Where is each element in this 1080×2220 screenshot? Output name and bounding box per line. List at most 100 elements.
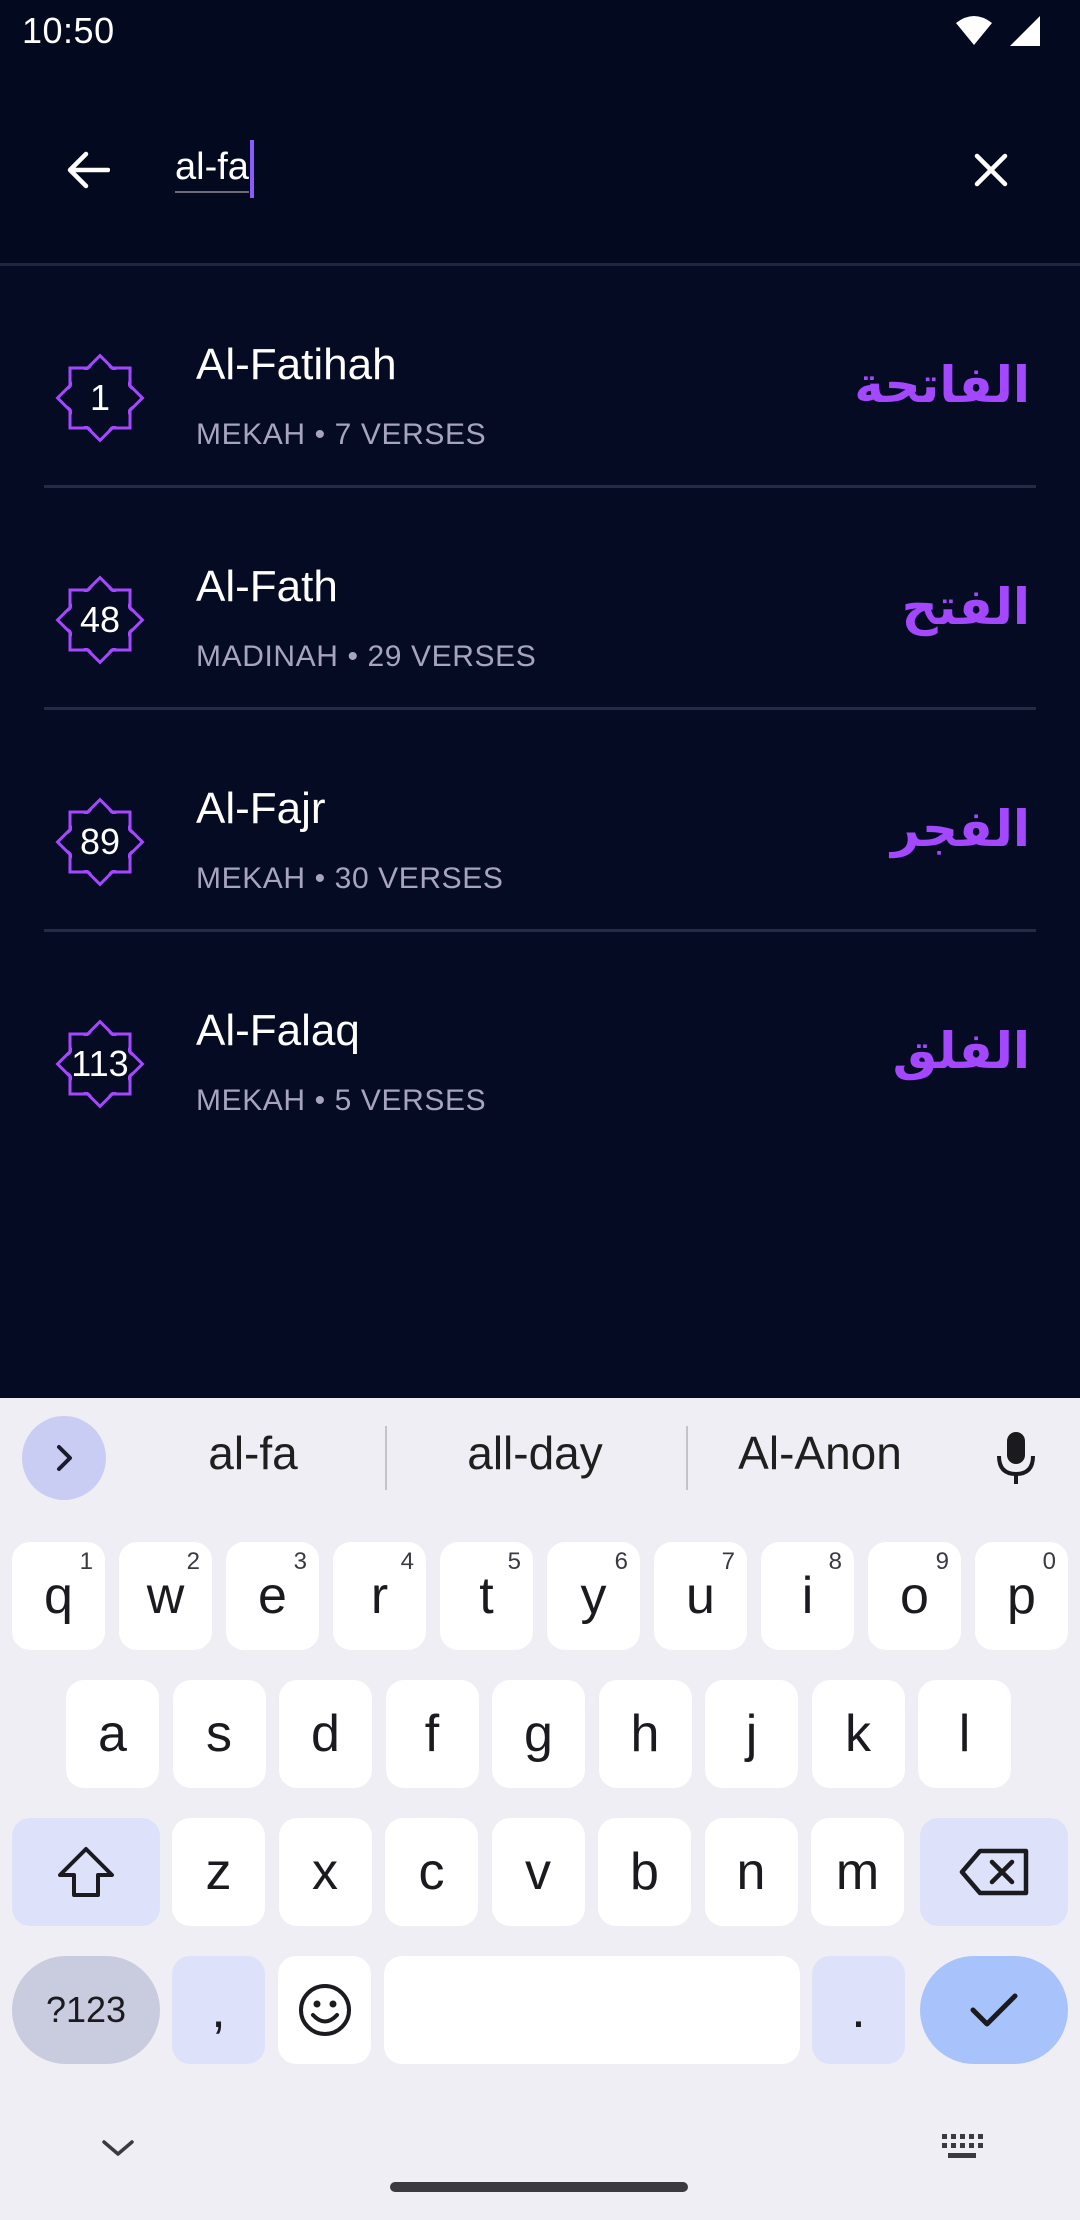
key-c[interactable]: c xyxy=(385,1818,478,1926)
suggestion-strip: al-fa all-day Al-Anon xyxy=(0,1398,1080,1516)
backspace-key[interactable] xyxy=(920,1818,1068,1926)
key-label: u xyxy=(686,1567,715,1625)
shift-key[interactable] xyxy=(12,1818,160,1926)
suggestion-2[interactable]: all-day xyxy=(400,1426,670,1480)
key-j[interactable]: j xyxy=(705,1680,798,1788)
checkmark-icon xyxy=(970,1993,1018,2027)
key-hint: 9 xyxy=(935,1548,949,1575)
suggestion-divider xyxy=(686,1426,688,1490)
key-hint: 1 xyxy=(79,1548,93,1575)
text-caret xyxy=(249,140,254,198)
key-y[interactable]: y6 xyxy=(547,1542,640,1650)
search-input[interactable]: al-fa xyxy=(175,136,935,202)
key-b[interactable]: b xyxy=(598,1818,691,1926)
backspace-icon xyxy=(959,1848,1029,1896)
surah-row[interactable]: 1 Al-Fatihah MEKAH • 7 VERSES الفاتحة xyxy=(0,266,1080,488)
key-a[interactable]: a xyxy=(66,1680,159,1788)
period-key[interactable]: . xyxy=(812,1956,905,2064)
key-m[interactable]: m xyxy=(811,1818,904,1926)
emoji-icon xyxy=(298,1984,351,2036)
surah-number: 48 xyxy=(79,599,121,640)
surah-arabic-name: الفلق xyxy=(892,1022,1030,1080)
key-x[interactable]: x xyxy=(278,1818,372,1926)
symbols-key[interactable]: ?123 xyxy=(12,1956,160,2064)
home-gesture-pill[interactable] xyxy=(390,2182,688,2192)
status-bar: 10:50 xyxy=(0,0,1080,66)
key-g[interactable]: g xyxy=(492,1680,585,1788)
key-r[interactable]: r4 xyxy=(333,1542,426,1650)
key-o[interactable]: o9 xyxy=(868,1542,961,1650)
key-hint: 0 xyxy=(1042,1548,1056,1575)
key-h[interactable]: h xyxy=(598,1680,692,1788)
key-label: y xyxy=(580,1567,607,1625)
shift-icon xyxy=(58,1847,114,1897)
key-k[interactable]: k xyxy=(811,1680,905,1788)
surah-name: Al-Fajr xyxy=(196,784,326,833)
key-label: w xyxy=(146,1567,185,1625)
suggestion-1[interactable]: al-fa xyxy=(150,1426,356,1480)
close-icon xyxy=(974,153,1008,187)
done-key[interactable] xyxy=(920,1956,1068,2064)
hide-keyboard-icon[interactable] xyxy=(100,2136,136,2160)
surah-number: 113 xyxy=(71,1043,129,1084)
key-label: i xyxy=(801,1567,814,1625)
back-button[interactable] xyxy=(52,134,124,206)
surah-row[interactable]: 48 Al-Fath MADINAH • 29 VERSES الفتح xyxy=(0,488,1080,710)
keyboard-switch-icon[interactable] xyxy=(940,2132,984,2162)
surah-number-badge: 113 xyxy=(48,1012,152,1116)
key-hint: 7 xyxy=(721,1548,735,1575)
key-hint: 8 xyxy=(828,1548,842,1575)
key-z[interactable]: z xyxy=(172,1818,265,1926)
status-time: 10:50 xyxy=(22,10,115,51)
search-bar: al-fa xyxy=(0,66,1080,264)
key-e[interactable]: e3 xyxy=(226,1542,319,1650)
voice-input-button[interactable] xyxy=(980,1422,1052,1494)
expand-toolbar-button[interactable] xyxy=(22,1416,106,1500)
surah-number-badge: 89 xyxy=(48,790,152,894)
key-i[interactable]: i8 xyxy=(761,1542,854,1650)
on-screen-keyboard: al-fa all-day Al-Anon q1w2e3r4t5y6u7i8o9… xyxy=(0,1398,1080,2220)
arrow-back-icon xyxy=(67,151,110,189)
clear-search-button[interactable] xyxy=(955,134,1027,206)
key-l[interactable]: l xyxy=(918,1680,1011,1788)
surah-row[interactable]: 89 Al-Fajr MEKAH • 30 VERSES الفجر xyxy=(0,710,1080,932)
status-icons xyxy=(954,14,1042,48)
surah-meta: MADINAH • 29 VERSES xyxy=(196,640,537,673)
surah-meta: MEKAH • 5 VERSES xyxy=(196,1084,487,1117)
navigation-bar xyxy=(0,2122,1080,2220)
signal-icon xyxy=(1010,16,1040,46)
key-label: p xyxy=(1007,1567,1036,1625)
key-hint: 5 xyxy=(507,1548,521,1575)
key-t[interactable]: t5 xyxy=(440,1542,533,1650)
key-w[interactable]: w2 xyxy=(119,1542,212,1650)
key-hint: 6 xyxy=(614,1548,628,1575)
emoji-key[interactable] xyxy=(278,1956,371,2064)
suggestion-3[interactable]: Al-Anon xyxy=(700,1426,940,1480)
surah-row[interactable]: 113 Al-Falaq MEKAH • 5 VERSES الفلق xyxy=(0,932,1080,1154)
key-s[interactable]: s xyxy=(172,1680,266,1788)
key-v[interactable]: v xyxy=(491,1818,585,1926)
key-hint: 2 xyxy=(186,1548,200,1575)
surah-name: Al-Fath xyxy=(196,562,338,611)
key-n[interactable]: n xyxy=(704,1818,798,1926)
microphone-icon xyxy=(997,1432,1035,1484)
suggestion-divider xyxy=(385,1426,387,1490)
key-label: q xyxy=(44,1567,73,1625)
surah-arabic-name: الفجر xyxy=(890,800,1030,858)
comma-key[interactable]: , xyxy=(172,1956,265,2064)
key-u[interactable]: u7 xyxy=(654,1542,747,1650)
wifi-icon xyxy=(956,16,992,45)
space-key[interactable] xyxy=(384,1956,800,2064)
key-f[interactable]: f xyxy=(385,1680,479,1788)
surah-number: 1 xyxy=(89,377,111,418)
key-label: r xyxy=(370,1567,389,1625)
surah-arabic-name: الفتح xyxy=(901,578,1030,636)
surah-meta: MEKAH • 7 VERSES xyxy=(196,418,487,451)
surah-name: Al-Falaq xyxy=(196,1006,360,1055)
key-q[interactable]: q1 xyxy=(12,1542,105,1650)
chevron-right-icon xyxy=(57,1445,72,1471)
key-p[interactable]: p0 xyxy=(975,1542,1068,1650)
surah-number: 89 xyxy=(79,821,121,862)
surah-number-badge: 48 xyxy=(48,568,152,672)
key-d[interactable]: d xyxy=(279,1680,372,1788)
